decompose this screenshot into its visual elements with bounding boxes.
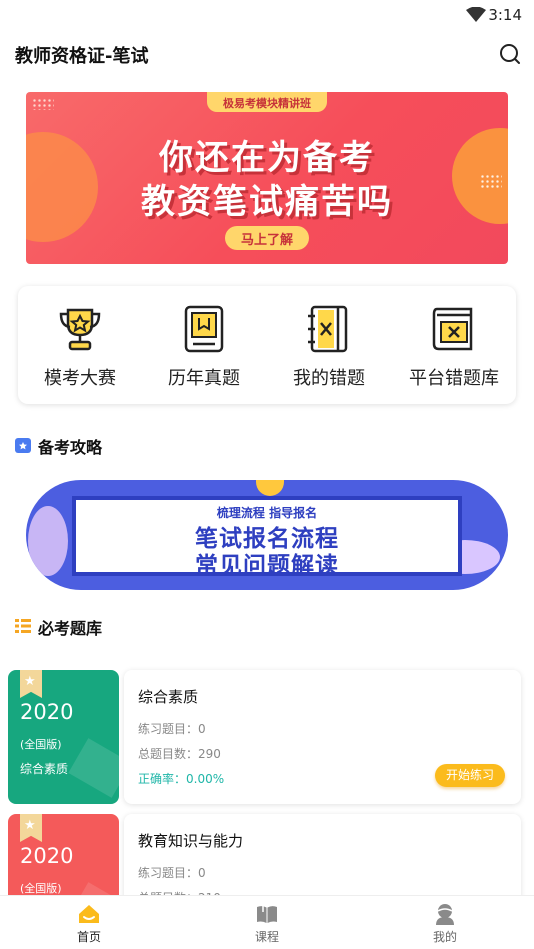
banner-cta-button[interactable]: 马上了解 bbox=[224, 226, 310, 250]
profile-icon bbox=[436, 904, 454, 925]
banner-dots bbox=[32, 98, 54, 110]
wrong-bank-icon bbox=[432, 307, 473, 351]
list-icon bbox=[15, 619, 31, 633]
practiced-count: 练习题目：0 bbox=[138, 722, 206, 736]
status-bar: 3:14 bbox=[0, 0, 534, 30]
banner-tag: 极易考模块精讲班 bbox=[207, 92, 327, 112]
quick-action-label: 历年真题 bbox=[168, 368, 240, 389]
trophy-icon bbox=[59, 308, 101, 351]
home-icon bbox=[79, 905, 99, 923]
quick-action-label: 平台错题库 bbox=[409, 368, 499, 389]
quick-action-mock-contest[interactable]: 模考大赛 bbox=[18, 286, 142, 404]
quick-action-past-exams[interactable]: 历年真题 bbox=[142, 286, 266, 404]
lamp-icon bbox=[256, 480, 284, 496]
page-title: 教师资格证-笔试 bbox=[15, 46, 149, 67]
start-practice-button[interactable]: 开始练习 bbox=[434, 764, 505, 787]
app-header: 教师资格证-笔试 bbox=[0, 38, 534, 72]
clock: 3:14 bbox=[488, 6, 522, 24]
quick-actions-card: 模考大赛 历年真题 我的错题 平台错题库 bbox=[18, 286, 516, 404]
course-cover: ★ 2020 (全国版) 综合素质 bbox=[8, 670, 119, 804]
promo-banner[interactable]: 极易考模块精讲班 你还在为备考 教资笔试痛苦吗 马上了解 bbox=[26, 92, 508, 264]
course-year: 2020 bbox=[20, 700, 74, 724]
course-title: 教育知识与能力 bbox=[138, 832, 244, 850]
wifi-icon bbox=[466, 7, 486, 22]
star-icon: ★ bbox=[24, 674, 36, 689]
tab-home[interactable]: 首页 bbox=[0, 896, 178, 949]
course-cover-name: 综合素质 bbox=[20, 762, 69, 776]
banner-headline-2: 教资笔试痛苦吗 bbox=[141, 182, 393, 222]
guide-banner-line-2: 常见问题解读 bbox=[195, 553, 339, 579]
course-info: 综合素质 练习题目：0 总题目数：290 正确率：0.00% 开始练习 bbox=[124, 670, 521, 804]
star-icon: ★ bbox=[24, 818, 36, 833]
tab-label: 课程 bbox=[254, 930, 279, 944]
quick-action-platform-bank[interactable]: 平台错题库 bbox=[392, 286, 516, 404]
tab-label: 我的 bbox=[432, 930, 457, 944]
course-edition: (全国版) bbox=[20, 882, 62, 895]
section-title: 备考攻略 bbox=[38, 438, 103, 457]
guide-banner[interactable]: 梳理流程 指导报名 笔试报名流程 常见问题解读 bbox=[26, 480, 508, 590]
calendar-icon bbox=[15, 438, 31, 453]
course-card[interactable]: ★ 2020 (全国版) 综合素质 综合素质 练习题目：0 总题目数：290 正… bbox=[8, 670, 521, 804]
wrong-notebook-icon bbox=[308, 305, 348, 353]
bottom-tab-bar: 首页 课程 我的 bbox=[0, 895, 534, 949]
quick-action-label: 我的错题 bbox=[293, 368, 365, 389]
tab-label: 首页 bbox=[76, 930, 101, 944]
guide-banner-board: 梳理流程 指导报名 笔试报名流程 常见问题解读 bbox=[72, 496, 462, 579]
tab-courses[interactable]: 课程 bbox=[178, 896, 356, 949]
practiced-count: 练习题目：0 bbox=[138, 866, 206, 880]
total-count: 总题目数：290 bbox=[138, 747, 221, 761]
accuracy-rate: 正确率：0.00% bbox=[138, 772, 225, 786]
course-year: 2020 bbox=[20, 844, 74, 868]
banner-headline-1: 你还在为备考 bbox=[159, 138, 375, 178]
search-icon[interactable] bbox=[498, 42, 522, 66]
cover-decoration bbox=[68, 738, 119, 798]
book-icon bbox=[257, 906, 277, 923]
section-title: 必考题库 bbox=[38, 619, 103, 638]
quick-action-my-mistakes[interactable]: 我的错题 bbox=[267, 286, 391, 404]
course-title: 综合素质 bbox=[138, 688, 199, 706]
quick-action-label: 模考大赛 bbox=[44, 368, 116, 389]
tab-profile[interactable]: 我的 bbox=[356, 896, 534, 949]
exam-paper-icon bbox=[184, 305, 224, 353]
course-edition: (全国版) bbox=[20, 738, 62, 751]
banner-decoration bbox=[28, 506, 68, 576]
